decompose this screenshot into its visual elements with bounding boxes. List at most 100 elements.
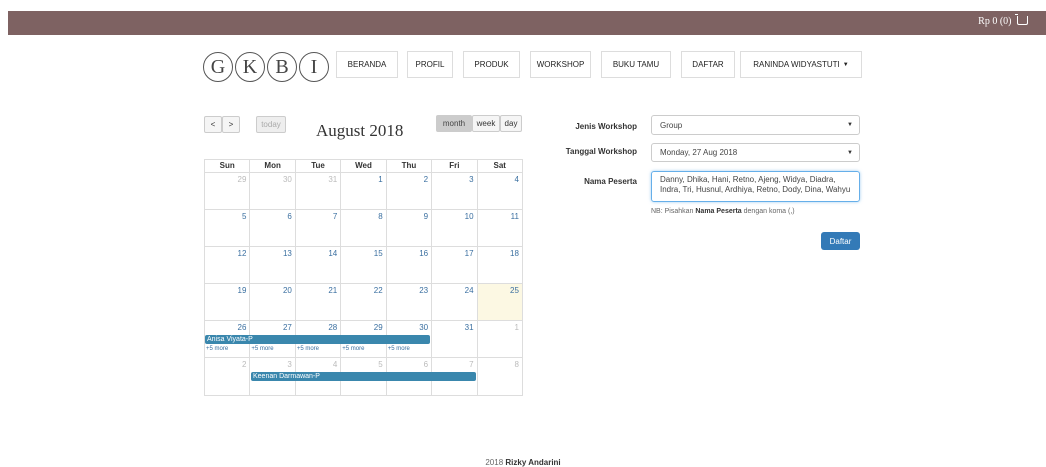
nav-workshop[interactable]: WORKSHOP — [530, 51, 591, 78]
day-number: 2 — [241, 360, 247, 369]
nama-peserta-textarea[interactable]: Danny, Dhika, Hani, Retno, Ajeng, Widya,… — [651, 171, 860, 202]
tanggal-workshop-select[interactable]: Monday, 27 Aug 2018 ▼ — [651, 143, 860, 162]
calendar-day[interactable]: 11 — [476, 210, 522, 246]
calendar-day[interactable]: 2 — [385, 173, 431, 209]
calendar-day[interactable]: 5 — [205, 210, 249, 246]
caret-down-icon: ▼ — [842, 61, 849, 68]
nav-user-menu[interactable]: RANINDA WIDYASTUTI ▼ — [740, 51, 862, 78]
cart-icon — [1015, 14, 1028, 25]
calendar-day[interactable]: 14 — [294, 247, 340, 283]
note-prefix: NB: Pisahkan — [651, 208, 694, 215]
calendar-day[interactable]: 3 — [431, 173, 476, 209]
calendar-day[interactable]: 21 — [294, 284, 340, 320]
next-button[interactable]: > — [222, 116, 240, 133]
day-number: 28 — [328, 323, 338, 332]
calendar-day[interactable]: 29 — [205, 173, 249, 209]
calendar-event[interactable]: Keenan Darmawan-P — [251, 372, 476, 381]
calendar-day[interactable]: 31 — [294, 173, 340, 209]
calendar-week: 5 6 7 8 9 10 11 — [205, 210, 522, 247]
calendar-day[interactable]: 16 — [385, 247, 431, 283]
more-events-link[interactable]: +5 more — [206, 346, 228, 352]
logo-letter: I — [299, 52, 329, 82]
day-number: 25 — [510, 286, 519, 295]
day-number: 14 — [328, 249, 338, 258]
nama-peserta-label: Nama Peserta — [584, 177, 637, 186]
day-number: 20 — [282, 286, 292, 295]
nav-beranda[interactable]: BERANDA — [336, 51, 398, 78]
calendar-day[interactable]: 8 — [476, 358, 522, 395]
top-bar: Rp 0 (0) — [8, 11, 1046, 35]
calendar-day[interactable]: 20 — [249, 284, 294, 320]
day-number: 17 — [464, 249, 474, 258]
calendar-day[interactable]: 30 — [249, 173, 294, 209]
weekday-header: Sun Mon Tue Wed Thu Fri Sat — [205, 160, 522, 173]
calendar-day[interactable]: 4 — [476, 173, 522, 209]
day-view-button[interactable]: day — [500, 115, 522, 132]
calendar-week: 26 +5 more 27 +5 more 28 +5 more 29 +5 more … — [205, 321, 522, 358]
day-number: 2 — [423, 175, 429, 184]
calendar-day[interactable]: 15 — [340, 247, 385, 283]
day-number: 1 — [378, 175, 383, 184]
calendar-day[interactable]: 1 — [476, 321, 522, 357]
calendar-day[interactable]: 6 — [249, 210, 294, 246]
nav-profil[interactable]: PROFIL — [407, 51, 453, 78]
day-number: 21 — [328, 286, 338, 295]
day-number: 29 — [373, 323, 383, 332]
calendar-day[interactable]: 12 — [205, 247, 249, 283]
more-events-link[interactable]: +5 more — [251, 346, 273, 352]
day-number: 6 — [423, 360, 429, 369]
calendar-day[interactable]: 19 — [205, 284, 249, 320]
calendar-week: 2 3 4 5 6 7 8 Keenan Darmawan-P — [205, 358, 522, 395]
calendar-day[interactable]: 24 — [431, 284, 476, 320]
calendar-week: 12 13 14 15 16 17 18 — [205, 247, 522, 284]
weekday-label: Wed — [340, 160, 385, 172]
note-bold: Nama Peserta — [695, 208, 742, 215]
cart-link[interactable]: Rp 0 (0) — [978, 14, 1028, 27]
more-events-link[interactable]: +5 more — [388, 346, 410, 352]
nav-buku-tamu[interactable]: BUKU TAMU — [601, 51, 671, 78]
nav-daftar[interactable]: DAFTAR — [681, 51, 735, 78]
more-events-link[interactable]: +5 more — [297, 346, 319, 352]
day-number: 13 — [282, 249, 292, 258]
cart-total: Rp 0 (0) — [978, 16, 1012, 27]
calendar-day[interactable]: 7 — [294, 210, 340, 246]
day-number: 22 — [373, 286, 383, 295]
calendar-day[interactable]: 23 — [385, 284, 431, 320]
calendar-title: August 2018 — [316, 121, 404, 140]
day-number: 29 — [237, 175, 247, 184]
calendar-day-today[interactable]: 25 — [476, 284, 522, 320]
today-button[interactable]: today — [256, 116, 286, 133]
weekday-label: Fri — [431, 160, 476, 172]
nav-produk[interactable]: PRODUK — [463, 51, 520, 78]
prev-button[interactable]: < — [204, 116, 222, 133]
calendar-day[interactable]: 22 — [340, 284, 385, 320]
calendar-day[interactable]: 10 — [431, 210, 476, 246]
day-number: 31 — [464, 323, 474, 332]
calendar-day[interactable]: 31 — [431, 321, 476, 357]
day-number: 4 — [514, 175, 519, 184]
dropdown-arrow-icon: ▼ — [847, 122, 853, 128]
daftar-button[interactable]: Daftar — [821, 232, 860, 250]
calendar-day[interactable]: 1 — [340, 173, 385, 209]
more-events-link[interactable]: +5 more — [342, 346, 364, 352]
day-number: 8 — [514, 360, 519, 369]
calendar-day[interactable]: 9 — [385, 210, 431, 246]
logo[interactable]: G K B I — [203, 52, 329, 82]
day-number: 16 — [419, 249, 429, 258]
calendar-day[interactable]: 13 — [249, 247, 294, 283]
calendar-day[interactable]: 18 — [476, 247, 522, 283]
weekday-label: Mon — [249, 160, 294, 172]
calendar-event[interactable]: Anisa Viyata-P — [205, 335, 430, 344]
week-view-button[interactable]: week — [472, 115, 500, 132]
weekday-label: Tue — [294, 160, 340, 172]
calendar-day[interactable]: 2 — [205, 358, 249, 395]
dropdown-arrow-icon: ▼ — [847, 149, 853, 156]
jenis-workshop-select[interactable]: Group ▼ — [651, 115, 860, 135]
month-view-button[interactable]: month — [436, 115, 472, 132]
logo-letter: G — [203, 52, 233, 82]
day-number: 8 — [378, 212, 383, 221]
calendar-day[interactable]: 8 — [340, 210, 385, 246]
note-suffix: dengan koma (,) — [743, 208, 795, 215]
day-number: 4 — [332, 360, 338, 369]
calendar-day[interactable]: 17 — [431, 247, 476, 283]
